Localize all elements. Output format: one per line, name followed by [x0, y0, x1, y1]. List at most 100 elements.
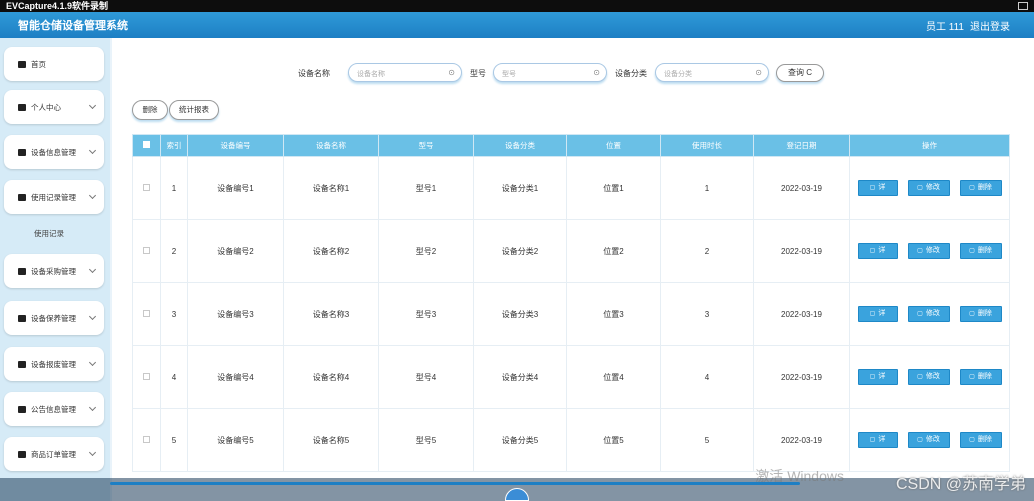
sidebar-item-scrap[interactable]: 设备报废管理	[4, 347, 104, 381]
sidebar-item-maintenance[interactable]: 设备保养管理	[4, 301, 104, 335]
table-row: 4 设备编号4 设备名称4 型号4 设备分类4 位置4 4 2022-03-19…	[132, 345, 1010, 409]
cell-index: 1	[160, 156, 188, 220]
chevron-down-icon	[88, 358, 97, 367]
clear-icon[interactable]: ⊙	[593, 68, 600, 77]
row-checkbox[interactable]	[143, 183, 150, 191]
sidebar-item-profile[interactable]: 个人中心	[4, 90, 104, 124]
cell-name: 设备名称3	[283, 282, 379, 346]
detail-button[interactable]: 详情	[857, 306, 898, 331]
cell-index: 4	[160, 345, 188, 409]
sidebar-item-label: 设备保养管理	[31, 313, 76, 323]
sidebar-item-usage-records[interactable]: 使用记录管理	[4, 180, 104, 214]
edit-button[interactable]: 修改	[907, 432, 950, 448]
delete-button[interactable]: 删除	[959, 243, 1002, 259]
sidebar-item-orders[interactable]: 商品订单管理	[4, 437, 104, 471]
sidebar-item-notice[interactable]: 公告信息管理	[4, 392, 104, 426]
table-row: 3 设备编号3 设备名称3 型号3 设备分类3 位置3 3 2022-03-19…	[132, 282, 1010, 346]
cell-category: 设备分类3	[473, 282, 567, 346]
row-checkbox[interactable]	[143, 372, 150, 380]
delete-button[interactable]: 删除	[959, 432, 1002, 448]
cell-location: 位置5	[566, 408, 661, 472]
category-placeholder: 设备分类	[664, 71, 692, 78]
edit-button[interactable]: 修改	[907, 369, 950, 385]
clear-icon[interactable]: ⊙	[448, 68, 455, 77]
device-icon	[18, 148, 26, 156]
window-restore-icon[interactable]	[1018, 2, 1028, 10]
cell-category: 设备分类4	[473, 345, 567, 409]
row-select-cell[interactable]	[132, 408, 161, 472]
app-header: 智能仓储设备管理系统 员工 111 退出登录	[0, 12, 1034, 38]
detail-button[interactable]: 详情	[857, 180, 898, 205]
select-all-cell[interactable]	[132, 134, 161, 157]
column-header: 使用时长	[660, 134, 754, 157]
cell-name: 设备名称4	[283, 345, 379, 409]
model-input[interactable]: 型号 ⊙	[493, 63, 607, 82]
sidebar: 首页 个人中心 设备信息管理 使用记录管理 使用记录 设备采购管理 设备保养管理…	[0, 38, 110, 501]
cell-code: 设备编号2	[187, 219, 284, 283]
category-input[interactable]: 设备分类 ⊙	[655, 63, 769, 82]
cell-code: 设备编号5	[187, 408, 284, 472]
edit-button[interactable]: 修改	[907, 180, 950, 196]
row-checkbox[interactable]	[143, 435, 150, 443]
cell-code: 设备编号4	[187, 345, 284, 409]
row-select-cell[interactable]	[132, 219, 161, 283]
chevron-down-icon	[88, 191, 97, 200]
device-name-input[interactable]: 设备名称 ⊙	[348, 63, 462, 82]
edit-button[interactable]: 修改	[907, 306, 950, 322]
delete-button[interactable]: 删除	[959, 180, 1002, 196]
column-header: 登记日期	[753, 134, 850, 157]
delete-button[interactable]: 删除	[959, 306, 1002, 322]
sidebar-subitem-usage-record[interactable]: 使用记录	[10, 222, 100, 246]
detail-button[interactable]: 详情	[857, 243, 898, 268]
row-select-cell[interactable]	[132, 345, 161, 409]
detail-button[interactable]: 详情	[857, 432, 898, 457]
purchase-icon	[18, 267, 26, 275]
table-header-row: 索引 设备编号 设备名称 型号 设备分类 位置 使用时长 登记日期 操作	[132, 134, 1010, 157]
column-header: 设备名称	[283, 134, 379, 157]
cell-actions: 详情 修改 删除	[849, 219, 1010, 283]
cell-name: 设备名称1	[283, 156, 379, 220]
cell-model: 型号3	[378, 282, 474, 346]
window-title: EVCapture4.1.9软件录制	[6, 1, 109, 11]
detail-button[interactable]: 详情	[857, 369, 898, 394]
cell-index: 5	[160, 408, 188, 472]
cell-index: 2	[160, 219, 188, 283]
chevron-down-icon	[88, 146, 97, 155]
notice-icon	[18, 405, 26, 413]
logout-link[interactable]: 退出登录	[970, 18, 1010, 33]
delete-button[interactable]: 删除	[959, 369, 1002, 385]
column-header: 操作	[849, 134, 1010, 157]
select-all-checkbox[interactable]	[143, 141, 150, 148]
device-name-label: 设备名称	[298, 69, 330, 78]
video-player-bar[interactable]	[0, 478, 1034, 501]
sidebar-item-purchase[interactable]: 设备采购管理	[4, 254, 104, 288]
cell-duration: 1	[660, 156, 754, 220]
sidebar-item-label: 设备信息管理	[31, 147, 76, 157]
cell-name: 设备名称2	[283, 219, 379, 283]
play-button[interactable]	[505, 488, 529, 501]
row-select-cell[interactable]	[132, 282, 161, 346]
cell-name: 设备名称5	[283, 408, 379, 472]
query-button[interactable]: 查询 C	[776, 64, 824, 82]
stats-report-button[interactable]: 统计报表	[169, 100, 219, 120]
cell-category: 设备分类5	[473, 408, 567, 472]
chevron-down-icon	[88, 101, 97, 110]
user-icon	[18, 103, 26, 111]
cell-date: 2022-03-19	[753, 282, 850, 346]
edit-button[interactable]: 修改	[907, 243, 950, 259]
column-header: 型号	[378, 134, 474, 157]
video-progress-track[interactable]	[110, 482, 800, 485]
home-icon	[18, 60, 26, 68]
cell-location: 位置4	[566, 345, 661, 409]
sidebar-item-device-info[interactable]: 设备信息管理	[4, 135, 104, 169]
row-checkbox[interactable]	[143, 246, 150, 254]
row-checkbox[interactable]	[143, 309, 150, 317]
table-row: 5 设备编号5 设备名称5 型号5 设备分类5 位置5 5 2022-03-19…	[132, 408, 1010, 472]
batch-delete-button[interactable]: 删除	[132, 100, 168, 120]
row-select-cell[interactable]	[132, 156, 161, 220]
windows-activation-watermark: 激活 Windows	[755, 468, 844, 484]
model-label: 型号	[470, 69, 486, 78]
clear-icon[interactable]: ⊙	[755, 68, 762, 77]
sidebar-item-home[interactable]: 首页	[4, 47, 104, 81]
cell-duration: 5	[660, 408, 754, 472]
